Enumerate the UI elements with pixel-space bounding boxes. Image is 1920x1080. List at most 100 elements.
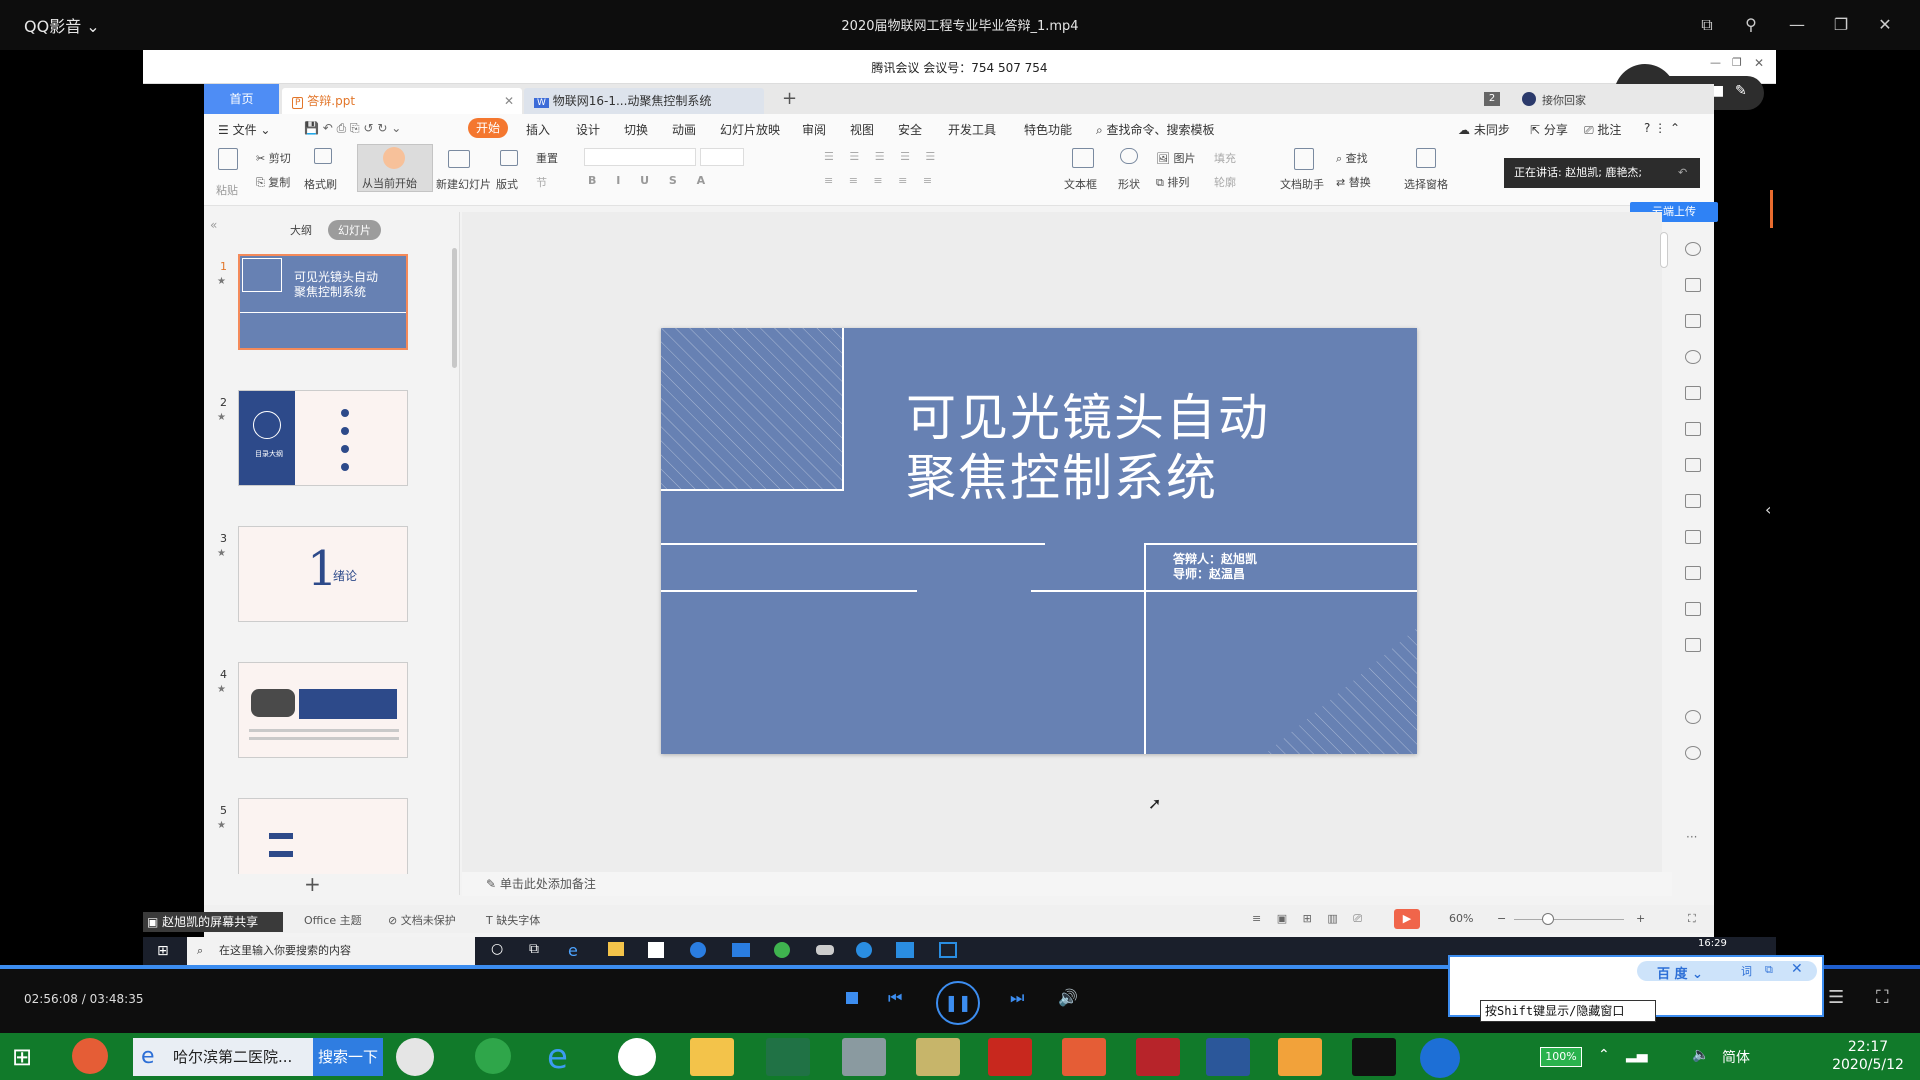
play-pause-button[interactable]: ❚❚ xyxy=(936,981,980,1025)
clock-app-icon[interactable] xyxy=(690,942,706,958)
doc-helper-button[interactable]: 文档助手 xyxy=(1280,176,1324,192)
cortana-icon[interactable]: ○ xyxy=(491,941,503,957)
mail-icon[interactable] xyxy=(732,943,750,957)
export-icon[interactable] xyxy=(1685,566,1701,580)
slide-scrollbar[interactable] xyxy=(1660,232,1668,268)
battery-indicator[interactable]: 100% xyxy=(1540,1047,1582,1067)
more-icon[interactable]: ··· xyxy=(1686,830,1697,844)
menu-slideshow[interactable]: 幻灯片放映 xyxy=(720,121,780,138)
shared-search-box[interactable]: ⌕ 在这里输入你要搜索的内容 xyxy=(187,937,475,965)
format-brush-button[interactable]: 格式刷 xyxy=(304,176,337,192)
doc-protection[interactable]: ⊘ 文档未保护 xyxy=(388,912,456,928)
tab-home[interactable]: 首页 xyxy=(204,84,279,114)
menu-review[interactable]: 审阅 xyxy=(802,121,826,138)
menu-design[interactable]: 设计 xyxy=(576,121,600,138)
missing-font[interactable]: T 缺失字体 xyxy=(486,912,540,928)
tab-ppt-file[interactable]: P 答辩.ppt ✕ xyxy=(282,88,522,114)
zoom-slider-thumb[interactable] xyxy=(1542,913,1554,925)
quick-access-icons[interactable]: 💾 ↶ ⎙ ⎘ ↺ ↻ ⌄ xyxy=(304,121,401,136)
app-icon[interactable] xyxy=(72,1038,108,1074)
app-icon[interactable] xyxy=(896,942,914,958)
layout-button[interactable]: 版式 xyxy=(496,176,518,192)
audio-icon[interactable] xyxy=(1685,638,1701,652)
baidu-close-icon[interactable]: ✕ xyxy=(1791,961,1803,977)
section-button[interactable]: 节 xyxy=(536,174,547,190)
arrange-button[interactable]: ⧉ 排列 xyxy=(1156,174,1189,190)
tab-outline[interactable]: 大纲 xyxy=(280,220,322,240)
command-search[interactable]: ⌕ 查找命令、搜索模板 xyxy=(1096,121,1215,138)
word-lookup-button[interactable]: 词 xyxy=(1741,963,1752,979)
slide-title[interactable]: 可见光镜头自动 聚焦控制系统 xyxy=(906,388,1270,508)
annotate-pen-icon[interactable]: ✎ xyxy=(1735,83,1747,99)
find-button[interactable]: ⌕ 查找 xyxy=(1336,150,1368,166)
tab-slides[interactable]: 幻灯片 xyxy=(328,220,381,240)
folder-icon[interactable] xyxy=(690,1038,734,1076)
new-slide-button[interactable]: 新建幻灯片 xyxy=(436,176,491,192)
outline-button[interactable]: 轮廓 xyxy=(1214,174,1236,190)
baidu-logo[interactable]: 百 度 ⌄ xyxy=(1657,963,1703,982)
tray-expand-icon[interactable]: ⌃ xyxy=(1598,1047,1610,1063)
screenshot-icon[interactable]: ⧉ xyxy=(1692,10,1722,40)
defense-info[interactable]: 答辩人：赵旭凯 导师：赵温昌 xyxy=(1173,552,1257,582)
font-style-buttons[interactable]: B I U S A xyxy=(588,174,713,187)
tab-close-icon[interactable]: ✕ xyxy=(504,88,514,114)
next-button[interactable]: ⏭ xyxy=(1010,988,1024,1008)
grid-icon[interactable] xyxy=(1685,422,1701,436)
play-slideshow-button[interactable]: ▶ xyxy=(1394,909,1420,929)
avatar[interactable] xyxy=(1522,92,1536,106)
windows-start-icon[interactable]: ⊞ xyxy=(157,943,169,959)
reset-button[interactable]: 重置 xyxy=(536,150,558,166)
close-button[interactable]: ✕ xyxy=(1870,10,1900,40)
wechat-icon[interactable] xyxy=(396,1038,434,1076)
help-circle-icon[interactable] xyxy=(1685,746,1701,760)
app-icon[interactable] xyxy=(856,942,872,958)
menu-special[interactable]: 特色功能 xyxy=(1024,121,1072,138)
window-count-badge[interactable]: 2 xyxy=(1484,92,1500,106)
app-icon[interactable] xyxy=(816,945,834,955)
replace-slides-icon[interactable] xyxy=(1685,278,1701,292)
network-icon[interactable]: ▂▄ xyxy=(1626,1047,1648,1063)
pin-pane-icon[interactable] xyxy=(1685,242,1701,256)
browser-icon[interactable] xyxy=(774,942,790,958)
store-icon[interactable] xyxy=(648,942,664,958)
zoom-level[interactable]: 60% xyxy=(1449,912,1473,925)
add-slide-icon[interactable]: + xyxy=(304,872,321,896)
word-icon[interactable] xyxy=(1206,1038,1250,1076)
textbox-button[interactable]: 文本框 xyxy=(1064,176,1097,192)
notes-field[interactable]: ✎ 单击此处添加备注 xyxy=(462,872,1672,896)
current-slide[interactable]: 可见光镜头自动 聚焦控制系统 答辩人：赵旭凯 导师：赵温昌 xyxy=(661,328,1417,754)
print-preview-icon[interactable] xyxy=(1685,530,1701,544)
meeting-maximize-icon[interactable]: ❐ xyxy=(1732,56,1742,69)
menu-switch[interactable]: 切换 xyxy=(624,121,648,138)
app-icon[interactable] xyxy=(1278,1038,1322,1076)
menu-start[interactable]: 开始 xyxy=(468,118,508,138)
menu-insert[interactable]: 插入 xyxy=(526,121,550,138)
slide-thumbnail-2[interactable]: 目录大纲 xyxy=(238,390,408,486)
ec-app-icon[interactable] xyxy=(1062,1038,1106,1076)
meeting-app-icon[interactable] xyxy=(618,1038,656,1076)
stop-button[interactable] xyxy=(846,992,858,1004)
slide-thumbnail-5[interactable] xyxy=(238,798,408,874)
edge-icon[interactable]: e xyxy=(568,941,578,960)
ok-app-icon[interactable] xyxy=(1352,1038,1396,1076)
drag-handle[interactable] xyxy=(1770,190,1773,228)
signal-app-icon[interactable] xyxy=(1136,1038,1180,1076)
zoom-slider-track[interactable] xyxy=(1514,919,1624,920)
browser-icon[interactable] xyxy=(475,1038,511,1074)
help-icon[interactable]: ? ⋮ ⌃ xyxy=(1644,121,1680,135)
fit-window-icon[interactable]: ⛶ xyxy=(1688,912,1696,926)
excel-icon[interactable] xyxy=(766,1038,810,1076)
copy-button[interactable]: ⎘ 复制 xyxy=(256,174,290,190)
minimize-button[interactable]: — xyxy=(1782,10,1812,40)
cut-button[interactable]: ✂ 剪切 xyxy=(256,150,291,166)
sync-status[interactable]: ☁ 未同步 xyxy=(1458,121,1510,138)
thumb-scrollbar[interactable] xyxy=(452,248,457,368)
collapse-right-icon[interactable]: ‹ xyxy=(1765,500,1771,519)
settings-icon[interactable]: ☰ xyxy=(1828,987,1844,1008)
chart-icon[interactable] xyxy=(1685,458,1701,472)
paste-icon[interactable] xyxy=(218,148,238,170)
select-pane-button[interactable]: 选择窗格 xyxy=(1404,176,1448,192)
paste-button[interactable]: 粘贴 xyxy=(216,182,238,198)
settings-sliders-icon[interactable] xyxy=(1685,494,1701,508)
copy-icon[interactable]: ⧉ xyxy=(1765,963,1773,977)
